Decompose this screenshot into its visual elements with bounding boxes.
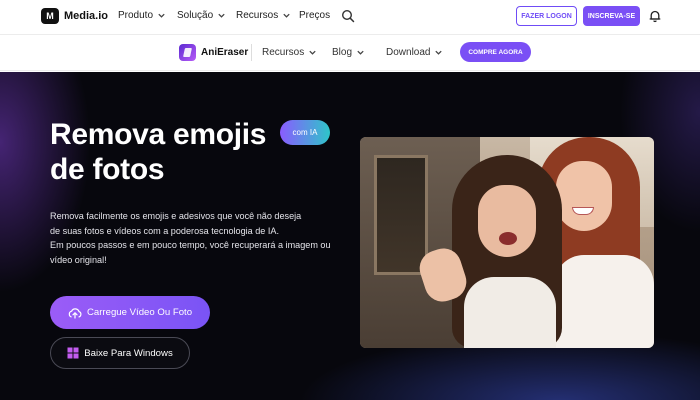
product-subnav: AniEraser Recursos Blog Download COMPRE … xyxy=(0,35,700,71)
hero-title: Remova emojis de fotos xyxy=(50,117,320,187)
chevron-down-icon xyxy=(357,50,364,55)
top-navbar: M Media.io Produto Solução Recursos Preç… xyxy=(0,0,700,35)
nav-recursos[interactable]: Recursos xyxy=(236,10,291,21)
search-icon[interactable] xyxy=(341,9,355,23)
nav-precos[interactable]: Preços xyxy=(299,10,330,21)
hero-title-line2: de fotos xyxy=(50,153,165,186)
subnav-download[interactable]: Download xyxy=(386,47,443,58)
upload-button-label: Carregue Vídeo Ou Foto xyxy=(86,307,193,318)
nav-precos-label: Preços xyxy=(299,10,331,21)
login-button[interactable]: FAZER LOGON xyxy=(516,6,577,26)
subnav-blog[interactable]: Blog xyxy=(332,47,365,58)
divider xyxy=(251,44,252,61)
windows-icon xyxy=(67,347,79,359)
brand-name: Media.io xyxy=(64,10,109,22)
product-name[interactable]: AniEraser xyxy=(201,47,248,58)
nav-solucao[interactable]: Solução xyxy=(177,10,226,21)
chevron-down-icon xyxy=(218,13,225,18)
media-io-logo: M xyxy=(41,8,59,24)
chevron-down-icon xyxy=(435,50,443,55)
hero-description-line: Remova facilmente os emojis e adesivos q… xyxy=(50,211,302,221)
cloud-upload-icon xyxy=(68,307,82,319)
chevron-down-icon xyxy=(309,50,316,55)
subnav-recursos[interactable]: Recursos xyxy=(262,47,317,58)
bell-icon[interactable] xyxy=(648,9,662,23)
nav-produto-label: Produto xyxy=(118,10,154,21)
subnav-blog-label: Blog xyxy=(332,47,353,58)
nav-recursos-label: Recursos xyxy=(236,10,279,21)
chevron-down-icon xyxy=(158,13,165,18)
anieraser-logo[interactable] xyxy=(179,44,196,61)
signup-button[interactable]: INSCREVA-SE xyxy=(583,6,640,26)
hero-description-line: Em poucos passos e em pouco tempo, você … xyxy=(50,240,331,250)
chevron-down-icon xyxy=(283,13,290,18)
hero-section: Remova emojis de fotos com IA Remova fac… xyxy=(0,72,700,400)
brand[interactable]: M Media.io xyxy=(41,8,108,24)
ai-badge: com IA xyxy=(280,120,330,145)
buy-now-button[interactable]: COMPRE AGORA xyxy=(460,42,531,62)
hero-description: Remova facilmente os emojis e adesivos q… xyxy=(50,209,350,267)
hero-description-line: vídeo original! xyxy=(50,254,107,265)
nav-produto[interactable]: Produto xyxy=(118,10,166,21)
download-windows-button[interactable]: Baixe Para Windows xyxy=(50,337,190,369)
hero-description-line: de suas fotos e vídeos com a poderosa te… xyxy=(50,225,280,236)
upload-video-photo-button[interactable]: Carregue Vídeo Ou Foto xyxy=(50,296,210,329)
windows-button-label: Baixe Para Windows xyxy=(84,347,173,359)
hero-image xyxy=(360,137,654,348)
subnav-recursos-label: Recursos xyxy=(262,47,305,58)
nav-solucao-label: Solução xyxy=(177,10,214,21)
subnav-download-label: Download xyxy=(386,47,431,58)
